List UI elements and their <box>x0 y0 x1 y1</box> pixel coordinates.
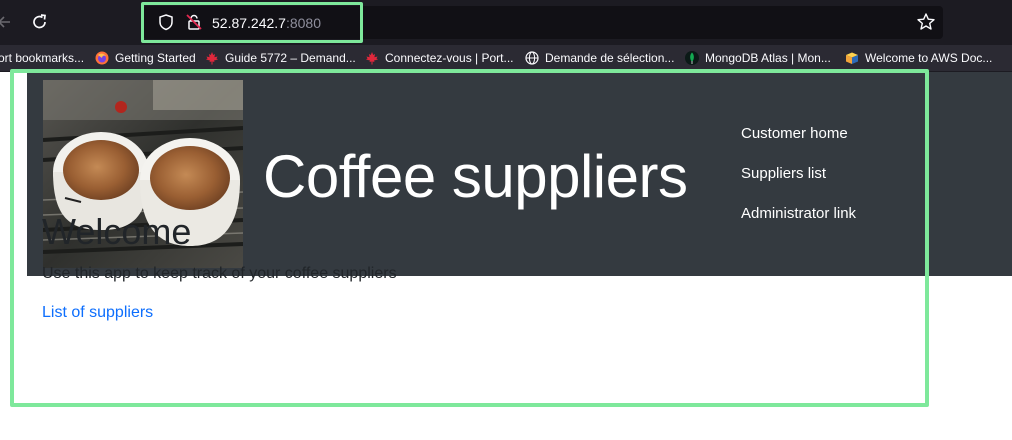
browser-toolbar: 52.87.242.7:8080 <box>0 0 1012 45</box>
firefox-icon <box>95 51 109 65</box>
page-heading: Welcome <box>42 211 192 252</box>
intro-text: Use this app to keep track of your coffe… <box>42 265 397 282</box>
list-of-suppliers-link[interactable]: List of suppliers <box>42 302 153 324</box>
bookmark-label: Getting Started <box>115 51 196 65</box>
bookmark-getting-started[interactable]: Getting Started <box>95 45 196 71</box>
bookmark-aws-docs[interactable]: Welcome to AWS Doc... <box>845 45 992 71</box>
bookmark-star-icon[interactable] <box>916 12 936 32</box>
bookmark-label: MongoDB Atlas | Mon... <box>705 51 831 65</box>
bookmark-label: ort bookmarks... <box>0 51 85 65</box>
bookmark-label: Connectez-vous | Port... <box>385 51 514 65</box>
bookmark-label: Welcome to AWS Doc... <box>865 51 993 65</box>
bookmarks-toolbar: ort bookmarks... Getting Started Guide 5… <box>0 45 1012 72</box>
bookmark-label: Guide 5772 – Demand... <box>225 51 356 65</box>
maple-leaf-icon <box>365 51 379 65</box>
aws-docs-icon <box>845 51 859 65</box>
nav-customer-home[interactable]: Customer home <box>741 123 848 145</box>
bookmark-mongodb-atlas[interactable]: MongoDB Atlas | Mon... <box>685 45 831 71</box>
globe-icon <box>525 51 539 65</box>
nav-administrator-link[interactable]: Administrator link <box>741 203 856 225</box>
url-highlight-box <box>141 2 363 43</box>
site-title: Coffee suppliers <box>263 143 688 210</box>
nav-suppliers-list[interactable]: Suppliers list <box>741 163 826 185</box>
mongodb-leaf-icon <box>685 51 699 65</box>
bookmark-guide-5772[interactable]: Guide 5772 – Demand... <box>205 45 356 71</box>
bookmark-connectez-vous[interactable]: Connectez-vous | Port... <box>365 45 514 71</box>
maple-leaf-icon <box>205 51 219 65</box>
bookmark-label: Demande de sélection... <box>545 51 675 65</box>
bookmark-demande-selection[interactable]: Demande de sélection... <box>525 45 674 71</box>
page-content: Coffee suppliers Customer home Suppliers… <box>0 72 1012 440</box>
reload-icon[interactable] <box>30 12 50 32</box>
bookmark-other[interactable]: ort bookmarks... <box>0 45 84 71</box>
back-arrow-icon[interactable] <box>0 12 12 32</box>
